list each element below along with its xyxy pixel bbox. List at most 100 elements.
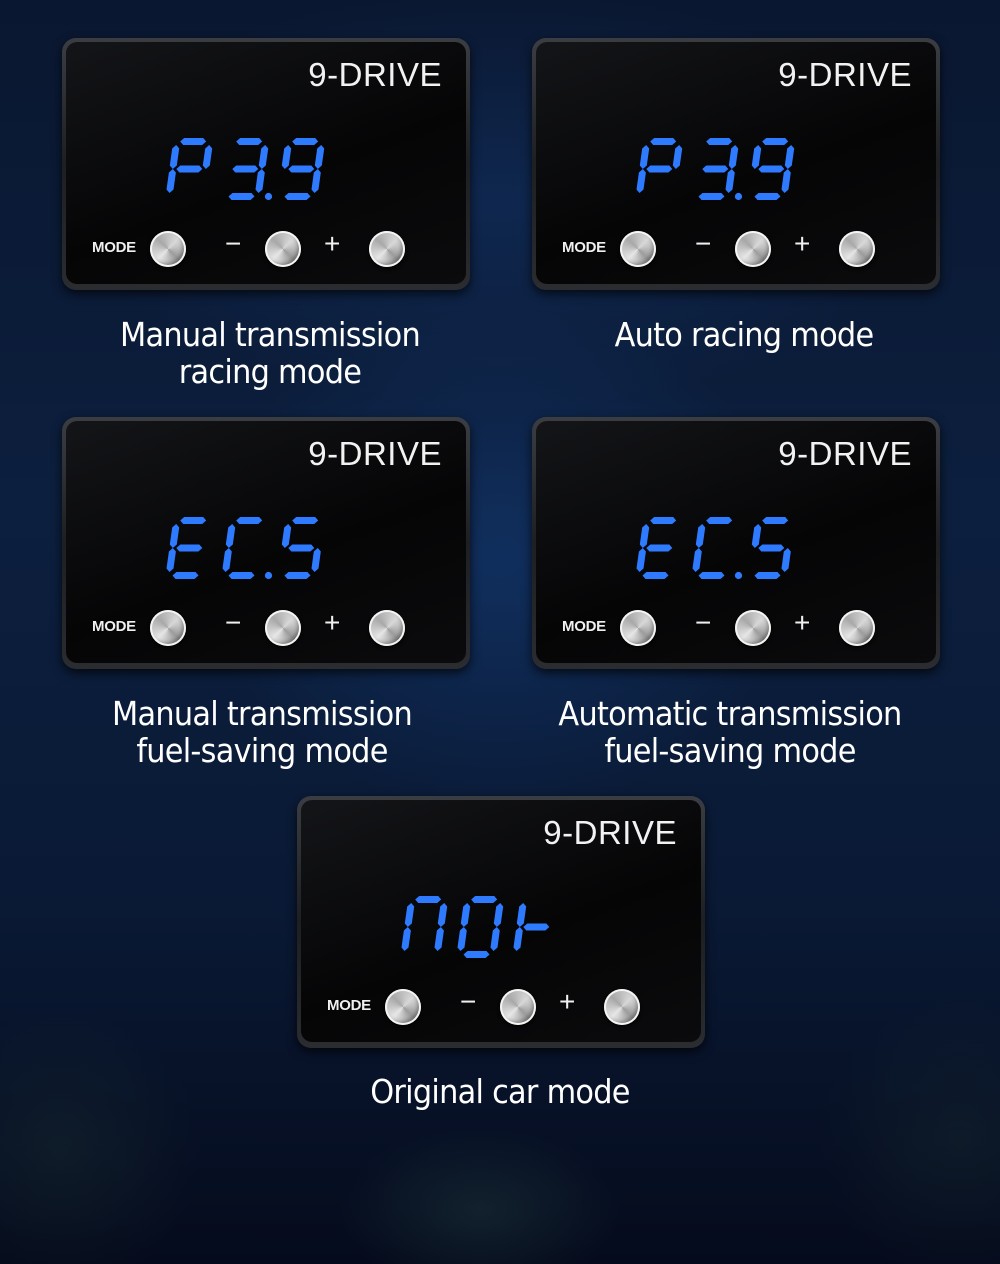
plus-icon: + [324,607,341,638]
control-row: MODE − + [327,986,687,1028]
brand-label: 9-DRIVE [778,435,912,472]
caption-line: Original car mode [370,1072,630,1111]
segment-a [762,517,789,524]
decimal-point [734,192,743,201]
segment-e [692,548,702,572]
segment-c [434,927,444,951]
segment-c [255,169,265,193]
minus-icon: − [695,228,712,259]
segment-c [311,169,321,193]
decrease-button[interactable] [735,231,771,267]
increase-button[interactable] [369,231,405,267]
seven-segment-display [166,138,325,201]
segment-f [639,524,650,548]
seven-segment-display [166,517,321,580]
segment-g [758,165,785,173]
mode-button[interactable] [150,231,186,267]
segment-f [404,903,415,927]
segment-e [457,927,467,951]
mode-caption: Automatic transmission fuel-saving mode [518,695,941,769]
segment-c [311,548,321,572]
segment-d [284,572,311,579]
seven-segment-display [636,138,795,201]
segment-e [513,927,523,951]
controller-device: 9-DRIVE MODE − + [297,796,705,1048]
brand-label: 9-DRIVE [778,56,912,93]
segment-d [228,572,255,579]
segment-f [639,145,650,169]
decimal-point [264,192,273,201]
segment-f [169,145,180,169]
segment-e [166,548,176,572]
segment-g [646,165,673,173]
mode-button[interactable] [620,610,656,646]
increase-button[interactable] [839,610,875,646]
brand-label: 9-DRIVE [543,814,677,851]
decimal-point [734,571,743,580]
segment-a [762,138,789,145]
segment-b [672,145,683,169]
segment-g [288,544,315,552]
mode-caption: Manual transmission fuel-saving mode [50,695,473,769]
segment-e [166,169,176,193]
segment-g [288,165,315,173]
segment-f [460,903,471,927]
mode-label: MODE [562,239,606,256]
segment-e [222,548,232,572]
caption-line: fuel-saving mode [136,731,388,770]
segment-e [636,169,646,193]
mode-button[interactable] [620,231,656,267]
caption-line: Manual transmission [120,315,421,354]
segment-g [176,544,203,552]
segment-f [516,903,527,927]
segment-g [758,544,785,552]
segment-d [228,193,255,200]
segment-a [415,896,442,903]
increase-button[interactable] [839,231,875,267]
mode-button[interactable] [150,610,186,646]
caption-line: Automatic transmission [558,694,902,733]
minus-icon: − [460,986,477,1017]
segment-g [232,165,259,173]
device-screen: 9-DRIVE MODE − + [301,800,701,1042]
segment-d [642,572,669,579]
increase-button[interactable] [604,989,640,1025]
mode-caption: Manual transmission racing mode [58,316,481,390]
mode-label: MODE [562,618,606,635]
segment-g [523,923,550,931]
segment-f [169,524,180,548]
decrease-button[interactable] [500,989,536,1025]
mode-label: MODE [92,239,136,256]
caption-line: Manual transmission [112,694,413,733]
control-row: MODE − + [92,228,452,270]
seven-segment-display [401,896,550,958]
segment-f [695,524,706,548]
brand-label: 9-DRIVE [308,56,442,93]
segment-a [292,138,319,145]
mode-button[interactable] [385,989,421,1025]
segment-d [754,193,781,200]
segment-g [176,165,203,173]
segment-a [292,517,319,524]
segment-c [725,169,735,193]
minus-icon: − [225,228,242,259]
segment-a [180,138,207,145]
decrease-button[interactable] [735,610,771,646]
decrease-button[interactable] [265,610,301,646]
increase-button[interactable] [369,610,405,646]
segment-b [258,145,269,169]
segment-g [646,544,673,552]
controller-device: 9-DRIVE MODE − + [532,417,940,669]
segment-f [225,524,236,548]
segment-c [781,548,791,572]
segment-d [698,193,725,200]
minus-icon: − [225,607,242,638]
caption-line: Auto racing mode [614,315,875,354]
segment-b [784,145,795,169]
plus-icon: + [324,228,341,259]
device-screen: 9-DRIVE MODE − + [536,421,936,663]
controller-device: 9-DRIVE MODE − + [532,38,940,290]
device-screen: 9-DRIVE MODE − + [66,421,466,663]
segment-d [172,572,199,579]
decrease-button[interactable] [265,231,301,267]
